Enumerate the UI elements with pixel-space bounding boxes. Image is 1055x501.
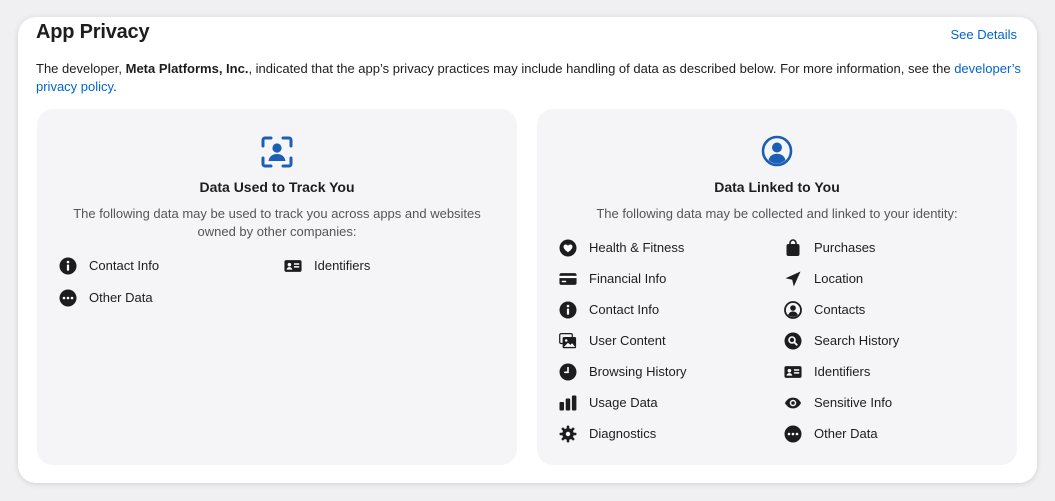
- location-arrow-icon: [784, 270, 802, 288]
- description-middle: , indicated that the app’s privacy pract…: [248, 61, 955, 76]
- linked-to-you-panel: Data Linked to You The following data ma…: [537, 109, 1017, 465]
- linked-to-you-subtitle: The following data may be collected and …: [596, 206, 958, 221]
- credit-card-icon: [559, 270, 577, 288]
- data-type-label: Search History: [814, 333, 900, 348]
- data-type-user-content: User Content: [559, 330, 784, 351]
- data-type-identifiers: Identifiers: [784, 361, 1009, 382]
- data-type-purchases: Purchases: [784, 237, 1009, 258]
- track-you-title: Data Used to Track You: [199, 179, 355, 195]
- description-suffix: .: [113, 79, 117, 94]
- gear-icon: [559, 425, 577, 443]
- data-type-label: Sensitive Info: [814, 395, 893, 410]
- ellipsis-icon: [784, 425, 802, 443]
- data-type-contacts: Contacts: [784, 299, 1009, 320]
- data-type-health-and-fitness: Health & Fitness: [559, 237, 784, 258]
- data-type-label: Contacts: [814, 302, 866, 317]
- track-you-list: Contact Info Identifiers Other Data: [59, 255, 507, 308]
- data-type-financial-info: Financial Info: [559, 268, 784, 289]
- bar-chart-icon: [559, 394, 577, 412]
- see-details-link[interactable]: See Details: [951, 27, 1017, 42]
- data-type-diagnostics: Diagnostics: [559, 423, 784, 444]
- info-icon: [559, 301, 577, 319]
- data-type-browsing-history: Browsing History: [559, 361, 784, 382]
- data-type-sensitive-info: Sensitive Info: [784, 392, 1009, 413]
- data-type-label: Browsing History: [589, 364, 687, 379]
- privacy-description: The developer, Meta Platforms, Inc., ind…: [36, 60, 1021, 96]
- data-type-label: Financial Info: [589, 271, 667, 286]
- data-type-label: Other Data: [814, 426, 878, 441]
- track-you-icon: [37, 135, 517, 169]
- data-type-label: Usage Data: [589, 395, 658, 410]
- id-card-icon: [784, 363, 802, 381]
- track-you-subtitle: The following data may be used to track …: [73, 206, 481, 239]
- data-type-label: Location: [814, 271, 864, 286]
- data-type-search-history: Search History: [784, 330, 1009, 351]
- ellipsis-icon: [59, 289, 77, 307]
- data-type-label: Identifiers: [814, 364, 871, 379]
- data-type-label: Contact Info: [89, 258, 160, 273]
- data-type-other-data: Other Data: [59, 287, 284, 308]
- eye-icon: [784, 394, 802, 412]
- data-type-label: Purchases: [814, 240, 876, 255]
- data-type-contact-info: Contact Info: [559, 299, 784, 320]
- section-title: App Privacy: [36, 21, 150, 43]
- clock-icon: [559, 363, 577, 381]
- person-circle-icon: [537, 135, 1017, 167]
- data-type-label: Diagnostics: [589, 426, 657, 441]
- data-type-label: Other Data: [89, 290, 153, 305]
- data-type-label: Contact Info: [589, 302, 660, 317]
- data-type-identifiers: Identifiers: [284, 255, 509, 276]
- data-type-label: User Content: [589, 333, 666, 348]
- app-privacy-card: App Privacy See Details The developer, M…: [18, 17, 1037, 483]
- track-you-panel: Data Used to Track You The following dat…: [37, 109, 517, 465]
- data-type-usage-data: Usage Data: [559, 392, 784, 413]
- linked-to-you-title: Data Linked to You: [714, 179, 840, 195]
- data-type-contact-info: Contact Info: [59, 255, 284, 276]
- shopping-bag-icon: [784, 238, 802, 257]
- heart-icon: [559, 239, 577, 257]
- id-card-icon: [284, 257, 302, 275]
- data-type-other-data: Other Data: [784, 423, 1009, 444]
- description-prefix: The developer,: [36, 61, 126, 76]
- photo-icon: [559, 332, 577, 350]
- info-icon: [59, 257, 77, 275]
- data-type-label: Identifiers: [314, 258, 371, 273]
- data-type-location: Location: [784, 268, 1009, 289]
- developer-name: Meta Platforms, Inc.: [125, 61, 249, 76]
- person-circle-icon: [784, 300, 802, 319]
- data-type-label: Health & Fitness: [589, 240, 685, 255]
- search-icon: [784, 332, 802, 350]
- linked-to-you-list: Health & Fitness Purchases Financial Info L…: [559, 237, 1007, 444]
